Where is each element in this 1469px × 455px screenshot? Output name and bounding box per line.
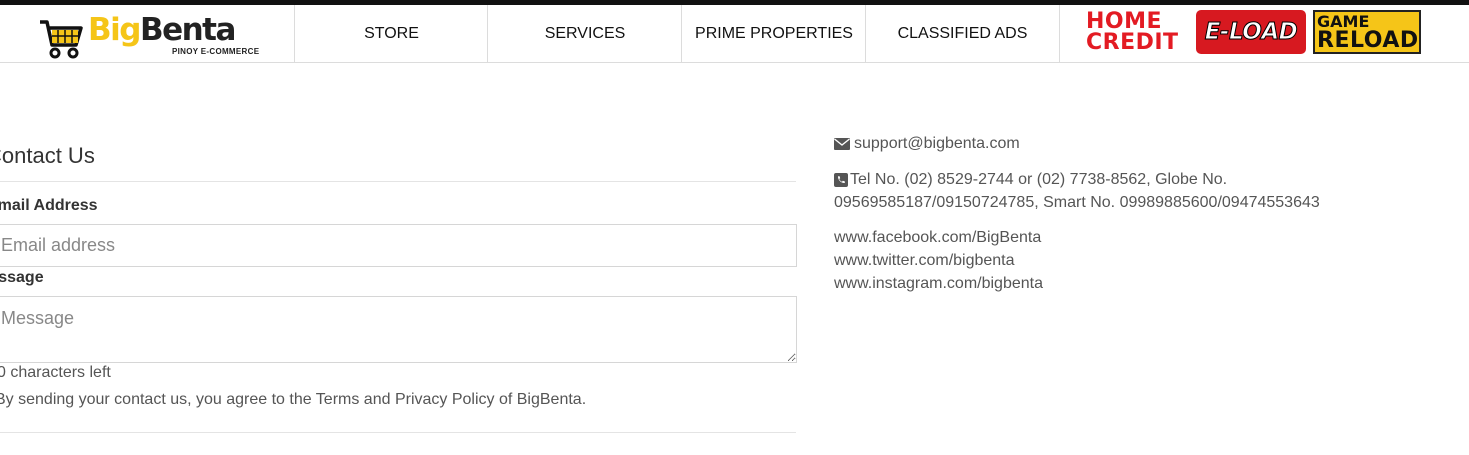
characters-left-counter: 0 characters left bbox=[0, 364, 111, 381]
phone-line-2: 09569585187/09150724785, Smart No. 09989… bbox=[834, 194, 1320, 211]
logo-word-benta: Benta bbox=[139, 12, 236, 48]
home-credit-logo[interactable]: HOME CREDIT bbox=[1086, 11, 1186, 57]
terms-agreement-text: By sending your contact us, you agree to… bbox=[0, 391, 587, 408]
envelope-icon bbox=[834, 137, 850, 150]
title-divider bbox=[0, 181, 796, 182]
bigbenta-logo[interactable]: BigBenta PINOY E-COMMERCE bbox=[38, 11, 259, 59]
logo-tagline: PINOY E-COMMERCE bbox=[172, 47, 260, 56]
email-field[interactable] bbox=[0, 224, 797, 267]
logo-word-big: Big bbox=[88, 12, 141, 48]
shopping-cart-icon bbox=[40, 20, 83, 59]
phone-line-1: Tel No. (02) 8529-2744 or (02) 7738-8562… bbox=[850, 171, 1228, 188]
home-credit-line2: CREDIT bbox=[1086, 30, 1179, 55]
support-email-row: support@bigbenta.com bbox=[834, 132, 1020, 155]
email-label: Email Address bbox=[0, 197, 98, 214]
support-email: support@bigbenta.com bbox=[854, 135, 1020, 152]
nav-services[interactable]: SERVICES bbox=[487, 5, 682, 62]
phone-row-1: Tel No. (02) 8529-2744 or (02) 7738-8562… bbox=[834, 168, 1320, 191]
nav-prime-properties[interactable]: PRIME PROPERTIES bbox=[681, 5, 866, 62]
facebook-link[interactable]: www.facebook.com/BigBenta bbox=[834, 226, 1043, 249]
instagram-link[interactable]: www.instagram.com/bigbenta bbox=[834, 272, 1043, 295]
nav-store[interactable]: STORE bbox=[294, 5, 488, 62]
nav-classified-ads[interactable]: CLASSIFIED ADS bbox=[865, 5, 1060, 62]
form-bottom-divider bbox=[0, 432, 796, 433]
home-credit-line1: HOME bbox=[1086, 9, 1163, 34]
game-reload-logo[interactable]: GAME RELOAD bbox=[1313, 10, 1421, 54]
message-label: Message bbox=[0, 269, 44, 286]
twitter-link[interactable]: www.twitter.com/bigbenta bbox=[834, 249, 1043, 272]
eload-text: E-LOAD bbox=[1204, 19, 1298, 46]
game-reload-line2: RELOAD bbox=[1317, 28, 1419, 53]
phone-icon bbox=[834, 172, 848, 187]
social-links: www.facebook.com/BigBenta www.twitter.co… bbox=[834, 226, 1043, 295]
main-navbar: BigBenta PINOY E-COMMERCE STORE SERVICES… bbox=[0, 5, 1469, 63]
contact-form-title: Contact Us bbox=[0, 143, 95, 168]
eload-logo[interactable]: E-LOAD bbox=[1196, 10, 1306, 54]
message-textarea[interactable] bbox=[0, 296, 797, 363]
phone-info: Tel No. (02) 8529-2744 or (02) 7738-8562… bbox=[834, 168, 1320, 214]
logo-wordmark: BigBenta bbox=[88, 11, 236, 49]
